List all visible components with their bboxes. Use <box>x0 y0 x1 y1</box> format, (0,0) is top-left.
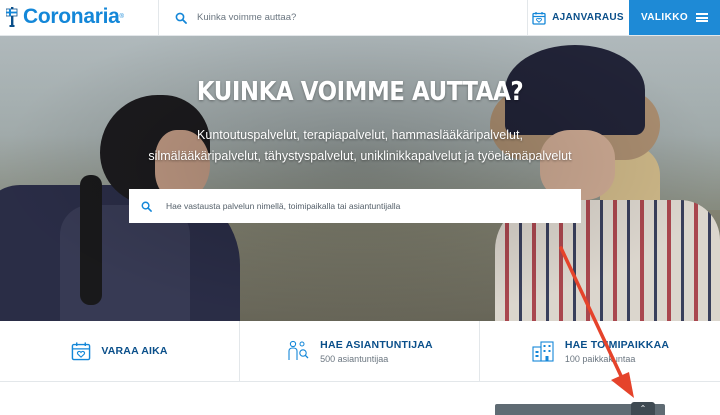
logo-text: Coronaria <box>23 5 120 28</box>
logo-registered-mark: ® <box>119 14 124 20</box>
search-icon <box>141 201 152 212</box>
coronaria-logo[interactable]: Coronaria ® <box>6 5 124 29</box>
quick-link-find-specialist[interactable]: HAE ASIANTUNTIJAA 500 asiantuntijaa <box>240 321 480 381</box>
hero-subtitle-line-1: Kuntoutuspalvelut, terapiapalvelut, hamm… <box>197 128 523 142</box>
site-header: Coronaria ® AJANVARAUS VALIKKO <box>0 0 720 36</box>
hamburger-icon <box>696 13 709 22</box>
menu-button[interactable]: VALIKKO <box>629 0 720 35</box>
scroll-to-top-button[interactable]: ⌃ <box>631 402 655 415</box>
calendar-heart-icon <box>72 342 91 361</box>
header-search[interactable] <box>158 0 528 35</box>
hero-subtitle: Kuntoutuspalvelut, terapiapalvelut, hamm… <box>0 125 720 167</box>
quick-link-count: 500 asiantuntijaa <box>320 353 389 364</box>
building-icon <box>532 341 554 362</box>
quick-link-label: HAE TOIMIPAIKKAA <box>564 338 670 351</box>
menu-label: VALIKKO <box>640 12 689 23</box>
quick-link-find-location[interactable]: HAE TOIMIPAIKKAA 100 paikkakuntaa <box>480 321 720 381</box>
search-icon <box>175 12 187 24</box>
quick-link-book-appointment[interactable]: VARAA AIKA <box>0 321 240 381</box>
quick-link-label: HAE ASIANTUNTIJAA <box>320 338 433 351</box>
people-search-icon <box>288 340 309 360</box>
hero-title: KUINKA VOIMME AUTTAA? <box>196 77 524 107</box>
quick-link-label: VARAA AIKA <box>101 345 168 357</box>
hero-search-input[interactable] <box>164 200 568 212</box>
calendar-heart-icon <box>532 11 546 25</box>
hero-banner: KUINKA VOIMME AUTTAA? Kuntoutuspalvelut,… <box>0 35 720 321</box>
hero-subtitle-line-2: silmälääkäripalvelut, tähystyspalvelut, … <box>148 149 572 163</box>
quick-link-count: 100 paikkakuntaa <box>564 353 636 364</box>
header-search-input[interactable] <box>195 11 499 24</box>
quick-links: VARAA AIKA HAE ASIANTUNTIJAA 500 asiantu… <box>0 321 720 382</box>
chevron-up-icon: ⌃ <box>639 404 647 413</box>
booking-button[interactable]: AJANVARAUS <box>527 0 629 35</box>
booking-label: AJANVARAUS <box>552 12 624 23</box>
finnish-flag-key-icon <box>6 7 18 27</box>
hero-search[interactable] <box>129 189 581 223</box>
